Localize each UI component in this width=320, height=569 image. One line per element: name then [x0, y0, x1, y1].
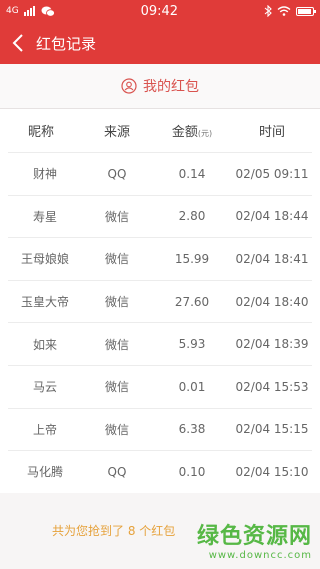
table-row: 如来 微信 5.93 02/04 18:39: [8, 322, 312, 365]
section-header: 我的红包: [0, 64, 320, 109]
wechat-icon: [41, 6, 55, 17]
cell-amount: 27.60: [174, 294, 210, 309]
cell-amount: 0.14: [178, 166, 206, 181]
cell-time: 02/04 18:44: [235, 209, 309, 224]
cell-time: 02/04 18:39: [235, 337, 309, 352]
cell-source: 微信: [104, 295, 129, 310]
cell-time: 02/04 15:10: [235, 464, 309, 479]
cell-time: 02/04 18:41: [235, 251, 309, 266]
table-header: 昵称 来源 金额(元) 时间: [0, 109, 320, 152]
cell-time: 02/04 15:53: [235, 379, 309, 394]
header-amount: 金额(元): [152, 121, 232, 140]
cell-nickname: 马化腾: [26, 465, 63, 480]
cell-nickname: 寿星: [32, 209, 57, 224]
section-title: 我的红包: [143, 79, 199, 95]
cell-amount: 5.93: [178, 337, 206, 352]
nav-bar: 红包记录: [0, 22, 320, 64]
battery-icon: [295, 6, 316, 16]
watermark-title: 绿色资源网: [196, 524, 312, 549]
cell-nickname: 财神: [32, 167, 57, 182]
back-button[interactable]: [0, 22, 36, 64]
table-row: 马云 微信 0.01 02/04 15:53: [8, 364, 312, 408]
watermark-url: www.downcc.com: [208, 550, 312, 561]
cell-source: QQ: [107, 464, 127, 479]
header-source: 来源: [103, 125, 130, 140]
cell-source: 微信: [104, 422, 129, 437]
header-time: 时间: [258, 125, 285, 140]
cell-amount: 6.38: [178, 422, 206, 437]
cell-nickname: 玉皇大帝: [20, 295, 69, 310]
cell-source: QQ: [107, 166, 127, 181]
status-left: 4G: [6, 6, 55, 17]
table-row: 财神 QQ 0.14 02/05 09:11: [8, 152, 312, 195]
table-row: 王母娘娘 微信 15.99 02/04 18:41: [8, 237, 312, 280]
cell-amount: 0.10: [178, 464, 206, 479]
table-row: 马化腾 QQ 0.10 02/04 15:10: [8, 450, 312, 493]
bluetooth-icon: [264, 5, 272, 17]
wifi-icon: [277, 6, 291, 16]
cell-source: 微信: [104, 209, 129, 224]
table-row: 上帝 微信 6.38 02/04 15:15: [8, 407, 312, 451]
status-bar: 4G 09:42: [0, 0, 320, 22]
cell-time: 02/05 09:11: [235, 166, 309, 181]
header-amount-label: 金额: [171, 125, 198, 140]
cell-nickname: 王母娘娘: [20, 252, 69, 267]
cell-nickname: 如来: [32, 337, 57, 352]
cell-nickname: 马云: [32, 380, 57, 395]
cell-amount: 2.80: [178, 209, 206, 224]
cell-time: 02/04 15:15: [235, 422, 309, 437]
header-nickname: 昵称: [27, 125, 54, 140]
status-time: 09:42: [140, 3, 179, 19]
cell-time: 02/04 18:40: [235, 294, 309, 309]
red-packet-table: 昵称 来源 金额(元) 时间 财神 QQ 0.14 02/05 09:11 寿星…: [0, 109, 320, 493]
page-title: 红包记录: [36, 34, 97, 53]
cell-amount: 15.99: [174, 251, 210, 266]
signal-icon: [23, 6, 35, 16]
cell-source: 微信: [104, 380, 129, 395]
status-right: [264, 5, 316, 17]
cell-source: 微信: [104, 337, 129, 352]
red-packet-icon: [121, 78, 137, 94]
chevron-left-icon: [12, 34, 23, 52]
table-row: 寿星 微信 2.80 02/04 18:44: [8, 194, 312, 238]
header-amount-unit: (元): [197, 129, 213, 138]
cell-nickname: 上帝: [32, 422, 57, 437]
network-label: 4G: [6, 6, 19, 16]
table-row: 玉皇大帝 微信 27.60 02/04 18:40: [8, 279, 312, 323]
cell-amount: 0.01: [178, 379, 206, 394]
cell-source: 微信: [104, 252, 129, 267]
watermark: 绿色资源网 www.downcc.com: [197, 518, 312, 561]
